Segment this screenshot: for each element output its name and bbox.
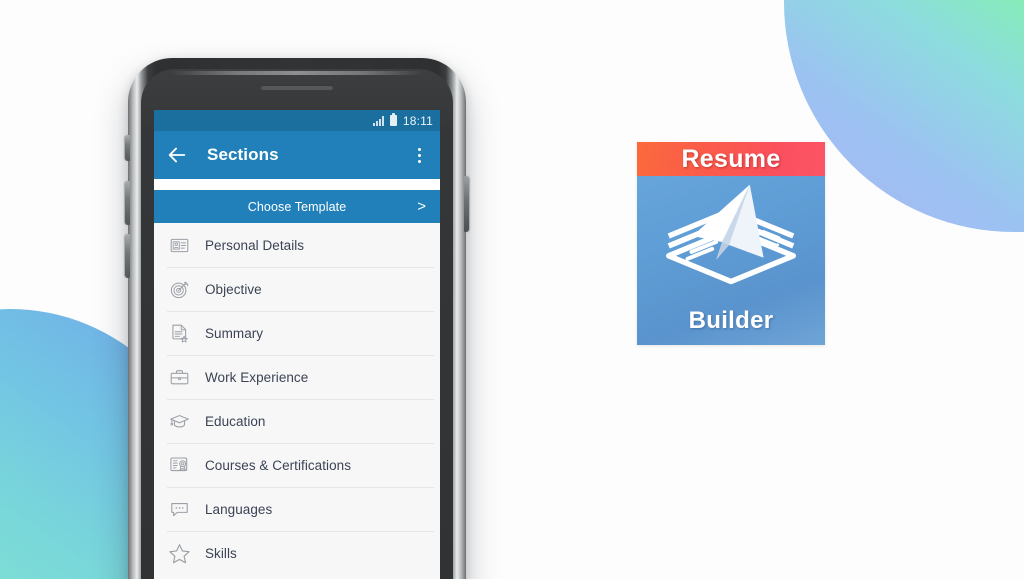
screenshot-root: 18:11 Sections Choose Template > Persona… [0,0,1024,579]
page-title: Sections [207,145,279,164]
certificate-icon [167,453,191,477]
phone-mockup: 18:11 Sections Choose Template > Persona… [125,58,469,579]
chevron-right-icon: > [417,198,426,215]
briefcase-icon [167,365,191,389]
list-item-personal-details[interactable]: Personal Details [154,223,440,267]
status-bar: 18:11 [154,110,440,131]
choose-template-button[interactable]: Choose Template > [154,190,440,223]
app-icon-subtitle: Builder [688,307,774,334]
list-item-label: Work Experience [205,369,309,385]
list-item-label: Summary [205,325,264,341]
list-item-label: Objective [205,281,262,297]
id-card-icon [167,233,191,257]
star-icon [167,541,191,565]
phone-button-power[interactable] [464,176,469,232]
document-star-icon [167,321,191,345]
choose-template-label: Choose Template [247,199,347,214]
phone-button-silent[interactable] [125,135,130,161]
toolbar-divider [154,179,440,190]
app-toolbar: Sections [154,131,440,179]
app-icon-footer: Builder [637,307,825,335]
speech-bubble-icon [167,497,191,521]
list-item-work-experience[interactable]: Work Experience [154,355,440,399]
earpiece-speaker-icon [261,85,333,90]
list-item-summary[interactable]: Summary [154,311,440,355]
signal-bars-icon [372,115,384,126]
graduation-cap-icon [167,409,191,433]
list-item-label: Education [205,413,266,429]
paper-plane-documents-icon [637,176,825,304]
list-item-courses-certifications[interactable]: Courses & Certifications [154,443,440,487]
list-item-education[interactable]: Education [154,399,440,443]
target-icon [167,277,191,301]
back-arrow-icon[interactable] [166,144,188,166]
list-item-skills[interactable]: Skills [154,531,440,575]
list-item-label: Languages [205,501,273,517]
overflow-menu-icon[interactable] [410,147,428,163]
list-item-label: Personal Details [205,237,305,253]
phone-button-volume-up[interactable] [125,181,130,225]
app-icon-title: Resume [681,144,781,173]
battery-icon [389,113,397,126]
phone-screen: 18:11 Sections Choose Template > Persona… [154,110,440,579]
list-item-languages[interactable]: Languages [154,487,440,531]
app-icon-banner: Resume [637,142,825,176]
list-item-label: Skills [205,545,237,561]
app-icon[interactable]: Resume Builder [637,142,825,345]
list-item-label: Courses & Certifications [205,457,352,473]
phone-button-volume-down[interactable] [125,234,130,278]
list-item-objective[interactable]: Objective [154,267,440,311]
phone-top-glare [170,71,424,75]
status-bar-clock: 18:11 [402,113,433,128]
sections-list: Personal Details Objective Summary Work … [154,223,440,575]
